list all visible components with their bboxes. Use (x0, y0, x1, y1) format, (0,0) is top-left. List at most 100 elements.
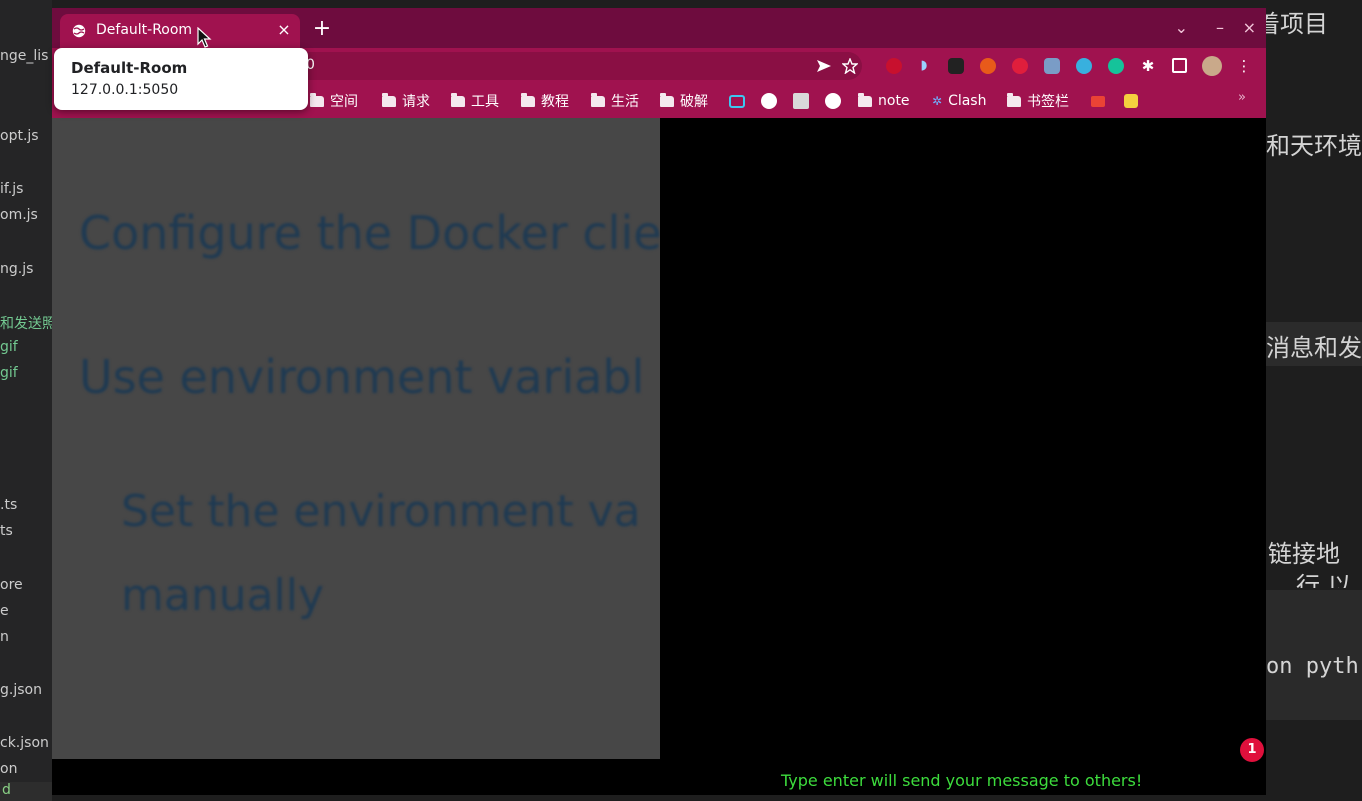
grammarly-icon[interactable] (1108, 58, 1124, 74)
editor-document-edge: 着项目 和天环境 消息和发 链接地 行 以 on pyth (1256, 0, 1362, 801)
new-tab-button[interactable]: + (310, 16, 334, 41)
file-item[interactable]: e (0, 603, 9, 619)
folder-icon (521, 92, 535, 107)
bookmark-label: 空间 (330, 94, 358, 110)
bookmark-label: 教程 (541, 94, 569, 110)
folder-icon (382, 92, 396, 107)
file-item[interactable]: 和发送照 (0, 313, 52, 333)
chat-input-area[interactable]: Type enter will send your message to oth… (52, 759, 1266, 795)
bookmark-folder[interactable]: 生活 (591, 90, 639, 112)
extension-icon[interactable] (886, 58, 902, 74)
clash-bookmark[interactable]: ✲ Clash (932, 90, 986, 112)
chat-panel (660, 118, 1266, 759)
file-item[interactable]: ore (0, 577, 23, 593)
editor-text: 链接地 (1268, 540, 1340, 568)
file-item[interactable]: gif (0, 365, 18, 381)
notification-badge[interactable]: 1 (1240, 738, 1264, 762)
tab-title: Default-Room (96, 22, 193, 38)
file-item[interactable]: om.js (0, 207, 38, 223)
side-panel-icon[interactable] (1172, 58, 1187, 73)
folder-icon (451, 92, 465, 107)
folder-icon (1007, 92, 1021, 107)
status-text: d (2, 782, 11, 798)
doc-subheading: manually (121, 570, 325, 621)
extension-icon[interactable] (1044, 58, 1060, 74)
hover-card-address: 127.0.0.1:5050 (71, 82, 179, 98)
cat-icon: ✲ (932, 94, 943, 108)
bookmark-star-icon[interactable] (842, 58, 858, 74)
extensions-puzzle-icon[interactable]: ✱ (1138, 56, 1158, 76)
minimize-button[interactable]: – (1216, 18, 1224, 37)
file-item[interactable]: ck.json (0, 735, 49, 751)
tab-hover-card: Default-Room 127.0.0.1:5050 (54, 48, 308, 110)
chat-hint-text: Type enter will send your message to oth… (781, 771, 1143, 790)
bookmarks-overflow-icon[interactable]: » (1238, 90, 1246, 105)
shield-icon (1124, 94, 1138, 108)
hover-card-title: Default-Room (71, 59, 188, 77)
extension-icon[interactable] (980, 58, 996, 74)
clock-bookmark[interactable] (761, 90, 777, 112)
editor-text: 着项目 (1256, 10, 1328, 38)
globe-bookmark[interactable] (825, 90, 841, 112)
page-content: Configure the Docker clie Use environmen… (52, 118, 1266, 795)
tab-default-room[interactable]: Default-Room × (60, 14, 300, 48)
send-icon[interactable] (816, 59, 832, 73)
file-item[interactable]: if.js (0, 181, 23, 197)
adblock-icon[interactable] (1012, 58, 1028, 74)
bookmark-folder[interactable]: 空间 (310, 90, 358, 112)
bookmark-label: 书签栏 (1027, 94, 1069, 110)
doc-heading: Use environment variabl (79, 350, 645, 404)
file-item[interactable]: g.json (0, 682, 42, 698)
bookmark-label: note (878, 93, 910, 109)
doc-subheading: Set the environment va (121, 486, 641, 537)
file-item[interactable]: ts (0, 523, 13, 539)
editor-text: 和天环境 (1266, 132, 1362, 160)
bookmark-label: 请求 (402, 94, 430, 110)
close-window-button[interactable]: × (1243, 18, 1256, 37)
folder-icon (591, 92, 605, 107)
editor-text: 消息和发 (1266, 334, 1362, 362)
shared-document-view: Configure the Docker clie Use environmen… (52, 118, 660, 759)
editor-text: 行 以 (1296, 572, 1352, 588)
bookmark-label: Clash (948, 93, 987, 109)
doc-heading: Configure the Docker clie (79, 206, 660, 260)
tab-search-chevron-icon[interactable]: ⌄ (1175, 18, 1188, 37)
folder-icon (858, 92, 872, 107)
address-bar[interactable]: 0 (292, 52, 862, 80)
folder-icon (660, 92, 674, 107)
file-item[interactable]: .ts (0, 497, 17, 513)
file-item[interactable]: nge_lis (0, 48, 48, 64)
tv-icon (729, 94, 745, 108)
file-item[interactable]: on (0, 761, 17, 777)
mouse-cursor-icon (197, 27, 212, 48)
bookmark-folder[interactable]: 教程 (521, 90, 569, 112)
bookmark-label: 破解 (680, 94, 708, 110)
file-item[interactable]: gif (0, 339, 18, 355)
editor-status-bar: d (0, 782, 52, 801)
bookmark-folder[interactable]: 书签栏 (1007, 90, 1069, 112)
extension-bookmark[interactable] (1124, 90, 1138, 112)
audio-extension-icon[interactable]: ◗ (916, 58, 932, 74)
globe-icon (72, 24, 86, 38)
bookmark-label: 工具 (471, 94, 499, 110)
extension-icon[interactable] (948, 58, 964, 74)
editor-code-text: on pyth (1266, 654, 1359, 679)
editor-file-explorer: nge_lis opt.js if.js om.js ng.js 和发送照 gi… (0, 0, 52, 801)
extension-icon[interactable] (1076, 58, 1092, 74)
file-item[interactable]: n (0, 629, 9, 645)
browser-window: Default-Room × + ⌄ – × 0 ◗ ✱ ⋮ 空间 请求 工具 … (52, 8, 1266, 795)
bookmark-folder[interactable]: 破解 (660, 90, 708, 112)
page-icon (793, 93, 809, 109)
avatar[interactable] (1202, 56, 1222, 76)
bookmark-folder[interactable]: note (858, 90, 910, 112)
bookmark-folder[interactable]: 请求 (382, 90, 430, 112)
bookmark-folder[interactable]: 工具 (451, 90, 499, 112)
tab-close-icon[interactable]: × (274, 20, 294, 39)
bookmark-label: 生活 (611, 94, 639, 110)
file-item[interactable]: ng.js (0, 261, 33, 277)
bilibili-bookmark[interactable] (729, 90, 745, 112)
gmail-bookmark[interactable] (1091, 90, 1105, 112)
menu-kebab-icon[interactable]: ⋮ (1234, 56, 1254, 76)
file-item[interactable]: opt.js (0, 128, 39, 144)
page-bookmark[interactable] (793, 90, 809, 112)
